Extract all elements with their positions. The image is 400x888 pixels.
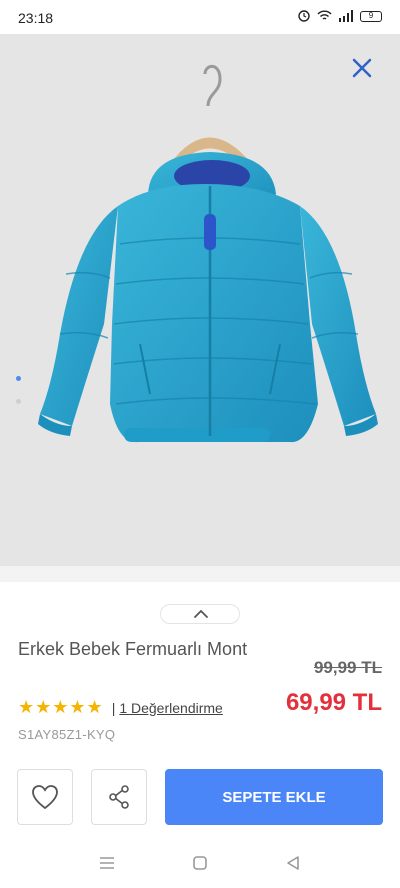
home-nav-button[interactable] [188, 851, 212, 875]
alarm-icon [298, 10, 310, 22]
share-icon [109, 785, 129, 809]
reviews-link[interactable]: 1 Değerlendirme [119, 700, 223, 716]
battery-icon: 9 [360, 10, 382, 22]
status-icons: 9 [297, 9, 382, 23]
home-icon [193, 856, 207, 870]
signal-icon [339, 10, 353, 22]
back-nav-button[interactable] [281, 851, 305, 875]
menu-icon [99, 857, 114, 869]
product-title: Erkek Bebek Fermuarlı Mont [18, 639, 248, 659]
slide-dot[interactable] [16, 399, 21, 404]
product-image-gallery[interactable] [0, 34, 400, 566]
close-icon [352, 58, 372, 78]
expand-details-button[interactable] [160, 604, 240, 624]
sale-price: 69,99 TL [285, 689, 382, 716]
slide-dot-active[interactable] [16, 376, 21, 381]
rating-separator: | [111, 699, 116, 716]
share-button[interactable] [91, 769, 147, 825]
add-to-cart-button[interactable]: SEPETE EKLE [165, 769, 383, 825]
rating-row: ★★★★★ | 1 Değerlendirme [18, 697, 223, 718]
product-image [38, 64, 378, 443]
wifi-icon [317, 10, 332, 20]
slide-indicator [16, 376, 21, 404]
status-time: 23:18 [18, 10, 54, 26]
back-icon [287, 856, 300, 870]
menu-nav-button[interactable] [95, 851, 119, 875]
rating-stars: ★★★★★ [18, 697, 104, 717]
system-nav-bar [0, 838, 400, 888]
chevron-up-icon [194, 609, 208, 618]
product-sku: S1AY85Z1-KYQ [18, 727, 116, 742]
heart-icon [32, 785, 58, 810]
status-bar: 23:18 9 [0, 0, 400, 36]
favorite-button[interactable] [17, 769, 73, 825]
section-divider [0, 566, 400, 582]
old-price: 99,99 TL [313, 658, 382, 677]
close-button[interactable] [350, 56, 374, 80]
